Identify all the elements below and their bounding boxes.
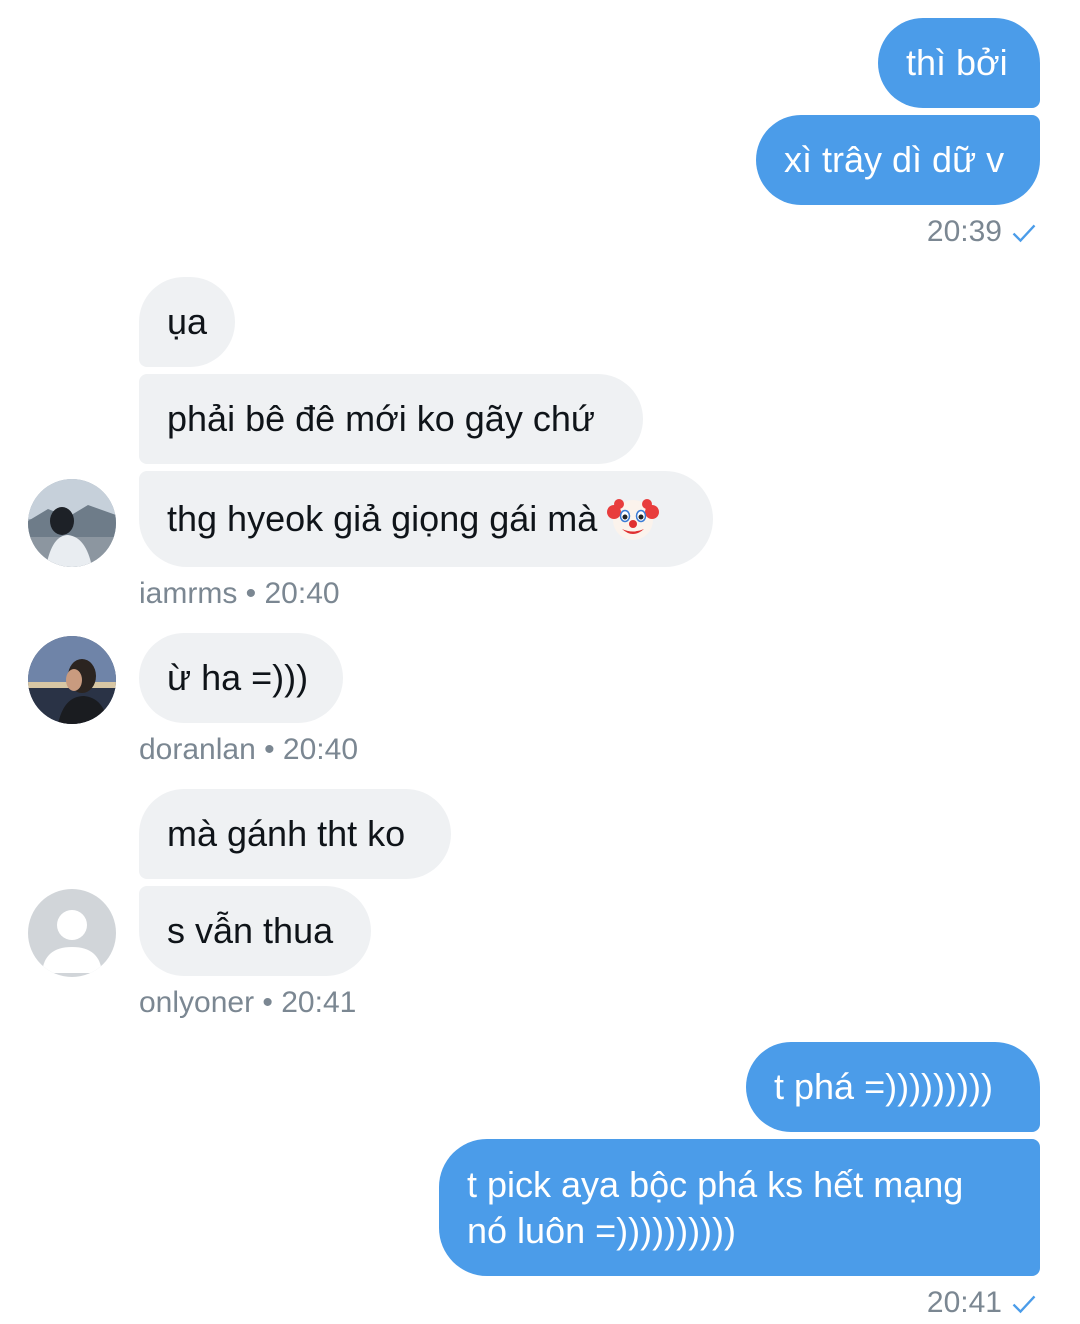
message-text: xì trây dì dữ v: [784, 139, 1005, 180]
message-text: ụa: [167, 301, 208, 342]
message-bubble-incoming[interactable]: s vẫn thua: [139, 886, 371, 976]
avatar-photo: [28, 636, 116, 724]
message-text: ừ ha =))): [167, 657, 309, 698]
message-bubble-incoming[interactable]: mà gánh tht ko: [139, 789, 451, 879]
sender-and-time: doranlan • 20:40: [139, 733, 359, 766]
message-meta: doranlan • 20:40: [139, 732, 358, 768]
avatar-photo: [28, 479, 116, 567]
message-bubble-incoming[interactable]: ừ ha =))): [139, 633, 343, 723]
read-check-icon: [1012, 224, 1036, 243]
message-bubble-outgoing[interactable]: xì trây dì dữ v: [756, 115, 1040, 205]
sender-and-time: iamrms • 20:40: [139, 577, 340, 610]
avatar-onlyoner[interactable]: [28, 889, 116, 977]
message-meta: onlyoner • 20:41: [139, 985, 356, 1021]
message-text: thg hyeok giả giọng gái mà: [167, 498, 598, 539]
sender-and-time: onlyoner • 20:41: [139, 986, 357, 1019]
message-bubble-outgoing[interactable]: t phá =))))))))): [746, 1042, 1040, 1132]
message-content: thg hyeok giả giọng gái mà: [167, 471, 685, 567]
message-timestamp: 20:39: [927, 214, 1038, 250]
message-bubble-outgoing[interactable]: thì bởi: [878, 18, 1040, 108]
message-text: t phá =))))))))): [774, 1066, 993, 1107]
message-bubble-incoming[interactable]: ụa: [139, 277, 235, 367]
timestamp-text: 20:39: [926, 215, 1002, 248]
clown-face-icon: [607, 499, 660, 541]
timestamp-text: 20:41: [926, 1286, 1002, 1319]
message-text: thì bởi: [906, 42, 1008, 83]
message-bubble-outgoing[interactable]: t pick aya bộc phá ks hết mạng nó luôn =…: [439, 1139, 1040, 1276]
message-timestamp: 20:41: [927, 1285, 1038, 1321]
read-check-icon: [1012, 1295, 1036, 1314]
default-user-icon: [28, 889, 116, 977]
message-text: s vẫn thua: [167, 910, 334, 951]
message-text: mà gánh tht ko: [167, 813, 406, 854]
avatar-doranlan[interactable]: [28, 636, 116, 724]
avatar-iamrms[interactable]: [28, 479, 116, 567]
message-meta: iamrms • 20:40: [139, 576, 340, 612]
message-bubble-incoming[interactable]: phải bê đê mới ko gãy chứ: [139, 374, 643, 464]
message-text-line-2: nó luôn =)))))))))): [467, 1210, 737, 1251]
message-text-line-1: t pick aya bộc phá ks hết mạng: [467, 1164, 964, 1205]
message-text: phải bê đê mới ko gãy chứ: [167, 398, 595, 439]
message-bubble-incoming[interactable]: thg hyeok giả giọng gái mà: [139, 471, 713, 567]
